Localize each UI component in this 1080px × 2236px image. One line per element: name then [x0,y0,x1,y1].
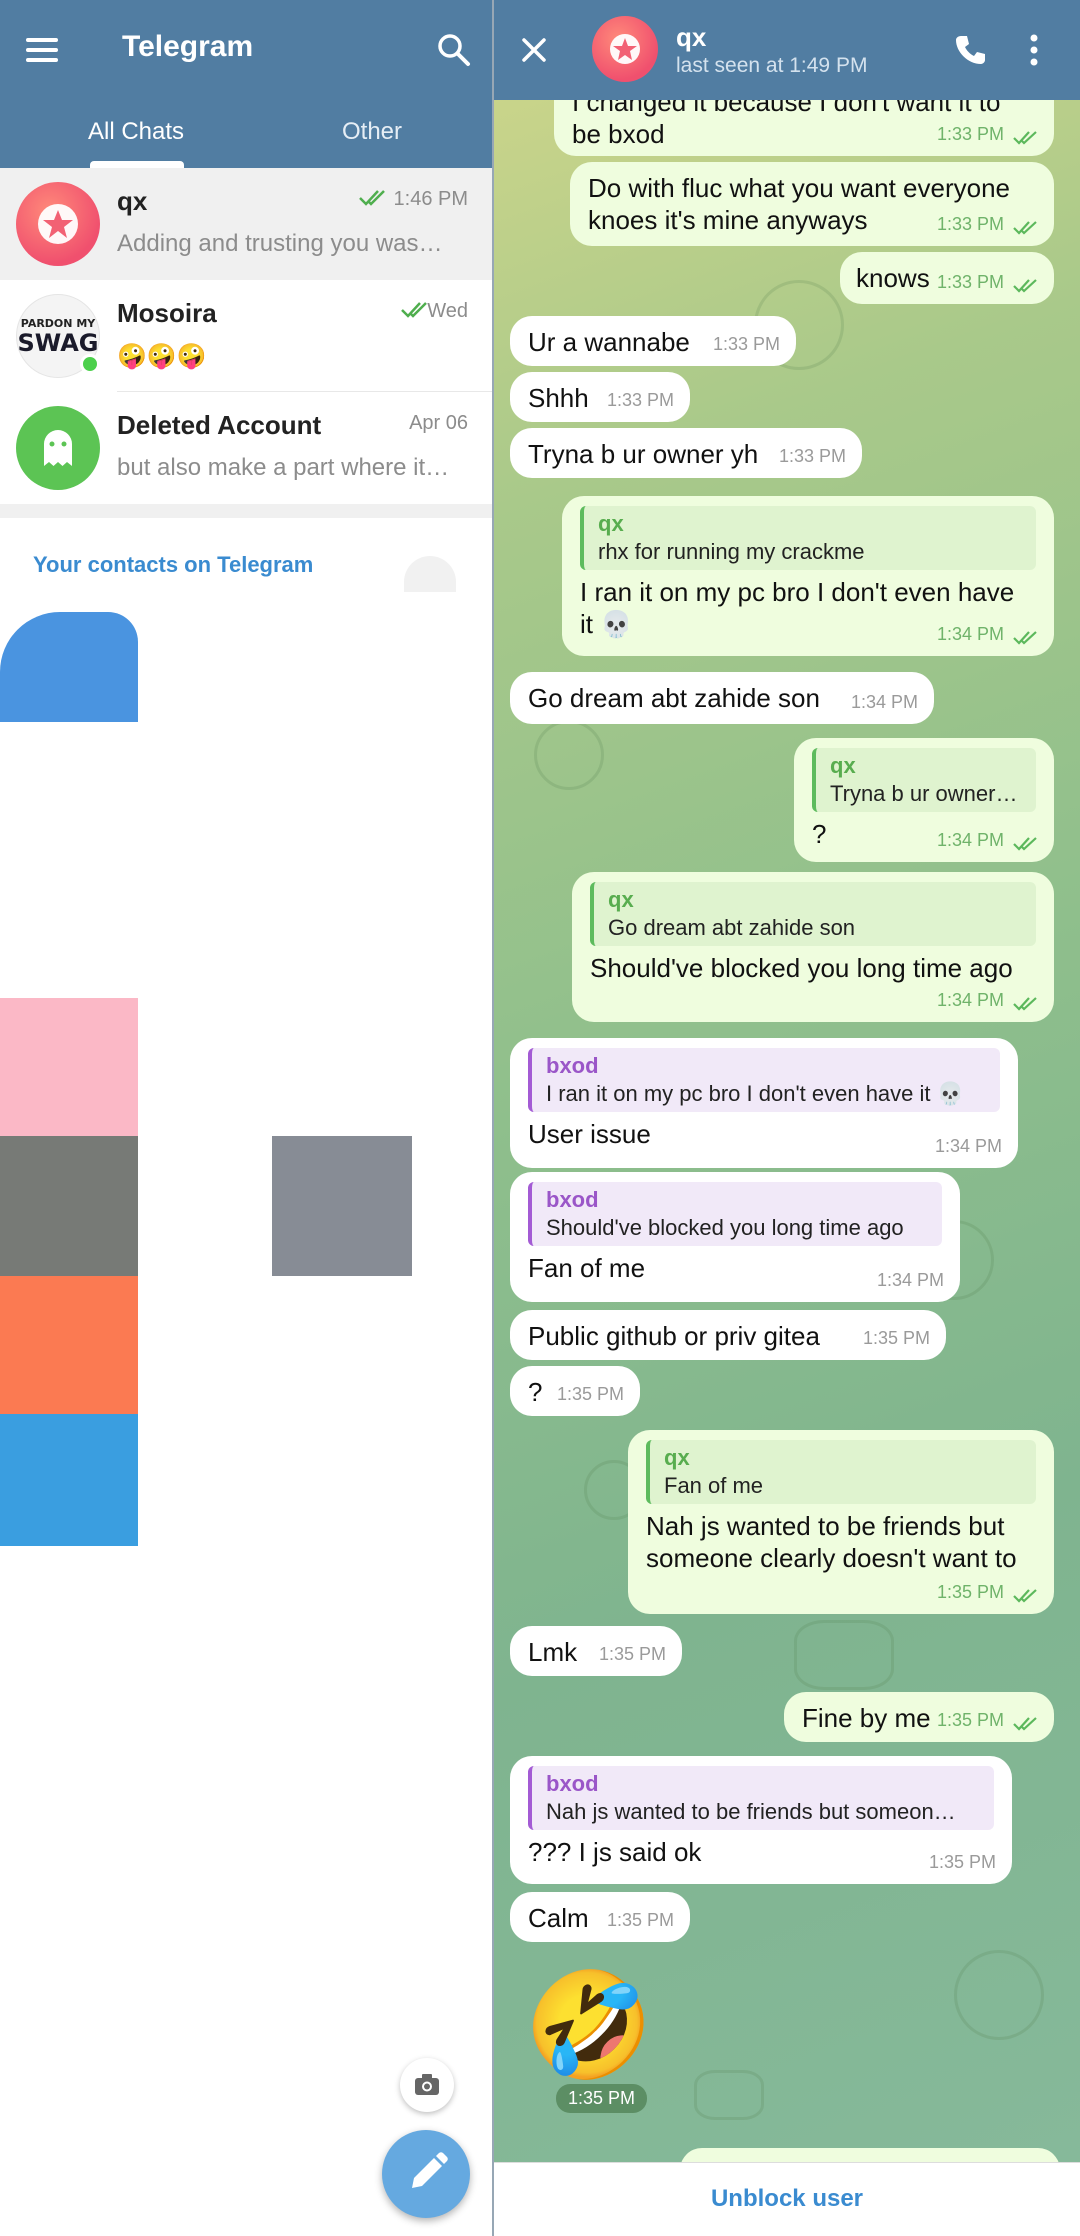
chat-time: Wed [427,300,468,322]
chat-preview: 🤪🤪🤪 [117,343,207,370]
chat-time: 1:46 PM [393,188,468,210]
reply-quote[interactable]: bxod Nah js wanted to be friends but som… [528,1766,994,1830]
reply-quote[interactable]: qx Go dream abt zahide son [590,882,1036,946]
pencil-icon [412,2152,448,2188]
message-incoming-reply[interactable]: bxod Should've blocked you long time ago… [510,1172,960,1302]
ghost-icon [44,430,72,466]
loading-placeholder [404,556,456,592]
message-incoming[interactable]: Go dream abt zahide son 1:34 PM [510,672,934,724]
chat-list-header: Telegram All Chats Other [0,0,492,168]
contacts-section-title: Your contacts on Telegram [33,552,314,577]
section-divider [0,504,492,518]
sticker-message[interactable]: 🤣 [524,1964,654,2086]
double-check-icon [1013,1717,1037,1731]
chat-name: Deleted Account [117,410,322,440]
star-icon [610,34,640,64]
message-incoming[interactable]: Lmk 1:35 PM [510,1626,682,1676]
double-check-icon [1013,1589,1037,1603]
reply-quote[interactable]: qx rhx for running my crackme [580,506,1036,570]
chat-preview: but also make a part where it… [117,454,450,481]
chat-row-qx[interactable]: qx 1:46 PM Adding and trusting you was… [0,168,492,280]
message-incoming-reply[interactable]: bxod Nah js wanted to be friends but som… [510,1756,1012,1884]
double-check-icon [1013,131,1037,145]
star-icon [38,204,78,244]
chat-row-mosoira[interactable]: PARDON MY SWAG Mosoira Wed 🤪🤪🤪 [0,280,492,392]
reply-quote[interactable]: bxod I ran it on my pc bro I don't even … [528,1048,1000,1112]
conversation-pane: qx last seen at 1:49 PM I changed it bec… [494,0,1080,2236]
redacted-contact-block [0,998,138,1136]
online-indicator [80,354,100,374]
phone-icon[interactable] [952,32,988,68]
chat-name: Mosoira [117,298,217,328]
redacted-contact-block [0,1414,138,1546]
rofl-emoji-icon: 🤣 [524,1964,654,2086]
contact-name[interactable]: qx [676,22,706,53]
reply-quote[interactable]: bxod Should've blocked you long time ago [528,1182,942,1246]
chat-list-pane: Telegram All Chats Other qx 1:46 PM Addi… [0,0,492,2236]
tab-other[interactable]: Other [342,118,402,146]
redacted-contact-block [0,1276,138,1414]
chat-preview: Adding and trusting you was… [117,230,443,257]
search-icon[interactable] [436,32,472,68]
chat-name: qx [117,186,148,216]
chat-row-deleted-account[interactable]: Deleted Account Apr 06 but also make a p… [0,392,492,504]
message-incoming[interactable]: Shhh 1:33 PM [510,372,690,422]
message-incoming[interactable]: Calm 1:35 PM [510,1892,690,1942]
message-outgoing[interactable]: Do with fluc what you want everyone knoe… [570,162,1054,246]
double-check-icon [1013,279,1037,293]
redacted-contact-block [0,612,138,722]
message-incoming[interactable]: Ur a wannabe 1:33 PM [510,316,796,366]
chat-time: Apr 06 [409,412,468,434]
redacted-contact-block [272,1136,412,1276]
double-check-icon [1013,631,1037,645]
close-icon[interactable] [518,34,550,66]
avatar [16,406,100,490]
double-check-icon [1013,997,1037,1011]
message-incoming[interactable]: Tryna b ur owner yh 1:33 PM [510,428,862,478]
active-tab-indicator [90,161,184,168]
message-outgoing-reply[interactable]: qx Fan of me Nah js wanted to be friends… [628,1430,1054,1614]
app-title: Telegram [122,30,254,63]
message-outgoing-reply[interactable]: qx rhx for running my crackme I ran it o… [562,496,1054,656]
reply-quote[interactable]: qx Fan of me [646,1440,1036,1504]
compose-button[interactable] [382,2130,470,2218]
message-outgoing-reply[interactable]: qx Tryna b ur owner yh ? 1:34 PM [794,738,1054,862]
message-incoming[interactable]: Public github or priv gitea 1:35 PM [510,1310,946,1360]
double-check-icon [401,302,427,318]
more-options-icon[interactable] [1028,32,1040,68]
message-outgoing[interactable]: knows 1:33 PM [840,252,1054,304]
message-outgoing-reply[interactable]: qx Go dream abt zahide son Should've blo… [572,872,1054,1022]
redacted-contact-block [0,1136,138,1276]
camera-button[interactable] [400,2058,454,2112]
hamburger-menu-icon[interactable] [26,36,58,64]
sticker-time: 1:35 PM [556,2084,648,2113]
avatar [16,182,100,266]
camera-icon [415,2074,439,2095]
unblock-user-button[interactable]: Unblock user [494,2185,1080,2213]
double-check-icon [359,190,385,206]
double-check-icon [1013,837,1037,851]
reply-quote[interactable]: qx Tryna b ur owner yh [812,748,1036,812]
double-check-icon [1013,221,1037,235]
last-seen-status: last seen at 1:49 PM [676,54,868,77]
unblock-bar: Unblock user [494,2162,1080,2236]
message-outgoing[interactable]: Fine by me 1:35 PM [784,1692,1054,1742]
message-incoming[interactable]: ? 1:35 PM [510,1366,640,1416]
conversation-header: qx last seen at 1:49 PM [494,0,1080,100]
message-incoming-reply[interactable]: bxod I ran it on my pc bro I don't even … [510,1038,1018,1168]
tab-all-chats[interactable]: All Chats [88,118,184,146]
contact-avatar[interactable] [592,16,658,82]
